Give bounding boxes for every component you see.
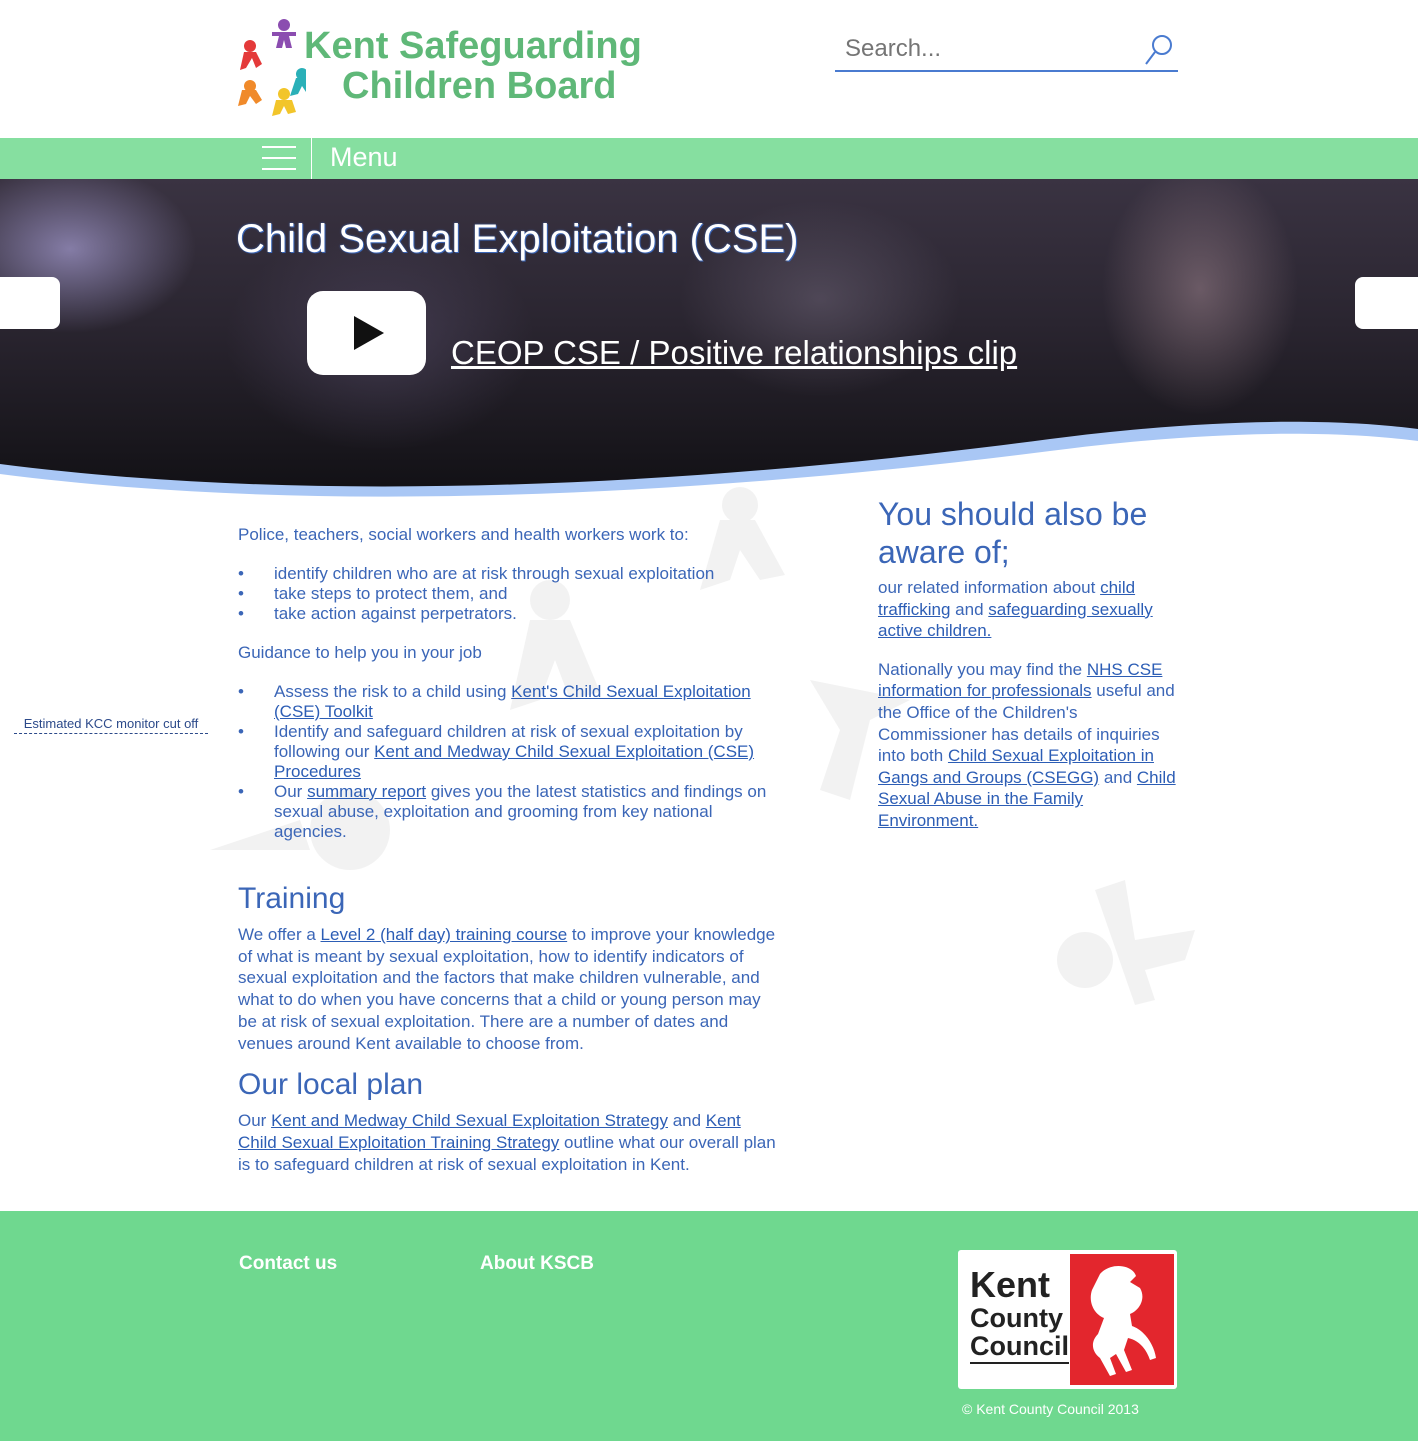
page-title: Child Sexual Exploitation (CSE): [236, 217, 799, 261]
cse-strategy-link[interactable]: Kent and Medway Child Sexual Exploitatio…: [271, 1111, 668, 1130]
copyright-text: © Kent County Council 2013: [962, 1401, 1139, 1417]
plan-text-start: Our: [238, 1111, 272, 1131]
sidebar-paragraph-2: Nationally you may find the NHS CSE info…: [878, 659, 1178, 832]
background-figure-icon: [1057, 880, 1195, 1005]
guidance-list: Assess the risk to a child using Kent's …: [238, 682, 783, 842]
sidebar-heading: You should also be aware of;: [878, 496, 1148, 570]
children-circle-icon: [238, 19, 306, 116]
main-content: Police, teachers, social workers and hea…: [238, 525, 783, 1189]
slider-next-button[interactable]: [1355, 277, 1418, 329]
menu-divider: [311, 138, 312, 179]
video-play-button[interactable]: [307, 291, 426, 375]
responsibilities-list: identify children who are at risk throug…: [238, 564, 783, 624]
monitor-cutoff-note: Estimated KCC monitor cut off: [14, 716, 208, 734]
list-item: Our summary report gives you the latest …: [238, 782, 783, 842]
local-plan-text: Our Kent and Medway Child Sexual Exploit…: [238, 1110, 783, 1175]
hamburger-icon[interactable]: [262, 146, 296, 172]
kcc-logo[interactable]: Kent County Council: [958, 1250, 1177, 1389]
contact-us-link[interactable]: Contact us: [239, 1253, 337, 1275]
kcc-logo-line-2: County: [970, 1303, 1063, 1333]
list-item: take action against perpetrators.: [238, 604, 783, 624]
sidebar-text: and: [950, 599, 989, 619]
search-icon[interactable]: [1144, 34, 1174, 66]
local-plan-heading: Our local plan: [238, 1068, 424, 1102]
kcc-logo-line-3: Council: [970, 1332, 1069, 1364]
logo-line-1: Kent Safeguarding: [304, 25, 642, 67]
list-item: identify children who are at risk throug…: [238, 564, 783, 584]
sidebar-text: our related information about: [878, 578, 1101, 597]
summary-report-link[interactable]: summary report: [307, 782, 426, 801]
guidance-1-text: Assess the risk to a child using: [274, 682, 512, 701]
search-input[interactable]: [835, 30, 1145, 68]
sidebar-paragraph-1: our related information about child traf…: [878, 577, 1178, 642]
kcc-logo-line-1: Kent: [970, 1264, 1050, 1305]
guidance-text: Guidance to help you in your job: [238, 643, 482, 662]
site-footer: Contact us About KSCB Kent County Counci…: [0, 1211, 1418, 1441]
sidebar-text: and: [1099, 767, 1137, 787]
guidance-3-text: Our: [274, 782, 308, 801]
play-icon: [354, 316, 384, 350]
training-course-link[interactable]: Level 2 (half day) training course: [321, 925, 568, 944]
slider-prev-button[interactable]: [0, 277, 60, 329]
training-text-start: We offer a: [238, 925, 321, 944]
menu-button[interactable]: Menu: [330, 142, 398, 173]
intro-text: Police, teachers, social workers and hea…: [238, 525, 689, 544]
menu-bar: Menu: [0, 138, 1418, 179]
list-item: take steps to protect them, and: [238, 584, 783, 604]
training-text-end: to improve your knowledge of what is mea…: [238, 925, 776, 1053]
kscb-logo[interactable]: Kent Safeguarding Children Board: [236, 18, 656, 118]
sidebar-text: Nationally you may find the: [878, 659, 1087, 679]
plan-text-mid: and: [667, 1111, 706, 1131]
logo-line-2: Children Board: [342, 65, 617, 107]
sidebar: You should also be aware of; our related…: [878, 495, 1178, 849]
kcc-logo-text: Kent County Council: [970, 1266, 1069, 1364]
training-heading: Training: [238, 882, 346, 915]
logo-title: Kent Safeguarding Children Board: [304, 26, 642, 106]
video-link[interactable]: CEOP CSE / Positive relationships clip: [451, 334, 1017, 372]
hero-banner: Child Sexual Exploitation (CSE) CEOP CSE…: [0, 179, 1418, 499]
list-item: Assess the risk to a child using Kent's …: [238, 682, 783, 722]
site-header: Kent Safeguarding Children Board: [0, 0, 1418, 138]
white-horse-icon: [1090, 1265, 1156, 1376]
kcc-logo-red-panel: [1070, 1254, 1174, 1385]
search-box: [835, 30, 1178, 72]
about-kscb-link[interactable]: About KSCB: [480, 1253, 594, 1275]
list-item: Identify and safeguard children at risk …: [238, 722, 783, 782]
training-text: We offer a Level 2 (half day) training c…: [238, 924, 783, 1054]
